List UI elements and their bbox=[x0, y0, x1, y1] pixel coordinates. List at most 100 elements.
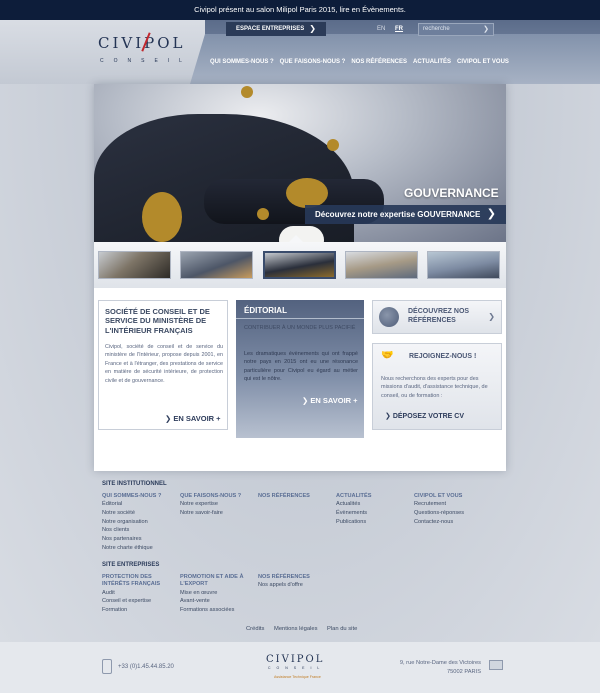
nav-qui-sommes-nous[interactable]: QUI SOMMES-NOUS ? bbox=[210, 59, 274, 69]
phone-number[interactable]: +33 (0)1.45.44.85.20 bbox=[118, 664, 174, 670]
mail-icon[interactable] bbox=[489, 660, 503, 670]
search-arrow-icon[interactable]: ❯ bbox=[483, 24, 489, 35]
submit-cv-link[interactable]: ❯ DÉPOSEZ VOTRE CV bbox=[385, 412, 464, 420]
hero-button-2 bbox=[327, 139, 339, 151]
sitemap-link[interactable]: Nos clients bbox=[102, 526, 178, 535]
editorial-text: Les dramatiques évènements qui ont frapp… bbox=[244, 351, 358, 382]
sitemap-heading-ent-references[interactable]: NOS RÉFÉRENCES bbox=[258, 574, 334, 581]
thumbnail-2[interactable] bbox=[180, 251, 253, 279]
sitemap-link[interactable]: Recrutement bbox=[414, 500, 490, 509]
sitemap-link[interactable]: Notre charte éthique bbox=[102, 544, 178, 553]
societe-text: Civipol, société de conseil et de servic… bbox=[105, 344, 223, 384]
footer-logo-text: CIVIPOL bbox=[266, 654, 325, 665]
sitemap-heading-references[interactable]: NOS RÉFÉRENCES bbox=[258, 493, 334, 500]
hero-embroidery-2 bbox=[286, 178, 328, 208]
sitemap-col-actualites: ACTUALITÉS Actualités Évènements Publica… bbox=[336, 493, 412, 526]
sitemap-col-civipol: CIVIPOL ET VOUS Recrutement Questions-ré… bbox=[414, 493, 490, 526]
thumbnail-1[interactable] bbox=[98, 251, 171, 279]
site-institutionnel-label: SITE INSTITUTIONNEL bbox=[102, 481, 167, 487]
hero-title: GOUVERNANCE bbox=[404, 186, 499, 200]
sitemap-link[interactable]: Éditorial bbox=[102, 500, 178, 509]
espace-entreprises-button[interactable]: ESPACE ENTREPRISES ❯ bbox=[226, 22, 326, 36]
sitemap-link[interactable]: Questions-réponses bbox=[414, 509, 490, 518]
societe-more-label: EN SAVOIR + bbox=[173, 414, 221, 423]
globe-icon bbox=[379, 307, 399, 327]
sitemap-link[interactable]: Contactez-nous bbox=[414, 518, 490, 527]
submit-cv-label: DÉPOSEZ VOTRE CV bbox=[392, 413, 464, 420]
sitemap-link[interactable]: Mise en œuvre bbox=[180, 589, 256, 598]
site-entreprises-label: SITE ENTREPRISES bbox=[102, 562, 160, 568]
sitemap-link[interactable]: Notre société bbox=[102, 509, 178, 518]
address-line-1: 9, rue Notre-Dame des Victoires bbox=[399, 660, 481, 666]
sitemap-heading-civipol[interactable]: CIVIPOL ET VOUS bbox=[414, 493, 490, 500]
editorial-quote: CONTRIBUER À UN MONDE PLUS PACIFIÉ bbox=[244, 325, 356, 331]
nav-nos-references[interactable]: NOS RÉFÉRENCES bbox=[351, 59, 407, 69]
societe-title: SOCIÉTÉ DE CONSEIL ET DE SERVICE DU MINI… bbox=[105, 307, 210, 335]
sitemap-heading-protection[interactable]: PROTECTION DES INTÉRÊTS FRANÇAIS bbox=[102, 574, 178, 589]
plan-du-site-link[interactable]: Plan du site bbox=[327, 626, 357, 632]
sitemap-col-que: QUE FAISONS-NOUS ? Notre expertise Notre… bbox=[180, 493, 256, 518]
logo-subtitle: CONSEIL bbox=[100, 58, 192, 64]
sitemap-link[interactable]: Évènements bbox=[336, 509, 412, 518]
societe-more-link[interactable]: ❯ EN SAVOIR + bbox=[165, 414, 221, 423]
search-placeholder: recherche bbox=[423, 26, 450, 32]
sitemap-link[interactable]: Nos partenaires bbox=[102, 535, 178, 544]
mentions-legales-link[interactable]: Mentions légales bbox=[274, 626, 318, 632]
sitemap-link[interactable]: Publications bbox=[336, 518, 412, 527]
editorial-more-label: EN SAVOIR + bbox=[310, 396, 358, 405]
sitemap-link[interactable]: Conseil et expertise bbox=[102, 597, 178, 606]
join-box: 🤝 REJOIGNEZ-NOUS ! Nous recherchons des … bbox=[372, 343, 502, 430]
sitemap-link[interactable]: Nos appels d'offre bbox=[258, 581, 334, 590]
editorial-divider bbox=[236, 318, 364, 319]
sitemap-link[interactable]: Notre organisation bbox=[102, 518, 178, 527]
editorial-more-link[interactable]: ❯ EN SAVOIR + bbox=[302, 396, 358, 405]
sitemap-heading-que[interactable]: QUE FAISONS-NOUS ? bbox=[180, 493, 256, 500]
footer-logo[interactable]: CIVIPOL CONSEIL Assistance Technique Fra… bbox=[266, 654, 332, 684]
thumbnail-3[interactable] bbox=[263, 251, 336, 279]
phone-icon bbox=[102, 659, 112, 674]
thumbnail-5[interactable] bbox=[427, 251, 500, 279]
hero-button-1 bbox=[241, 86, 253, 98]
join-text: Nous recherchons des experts pour des mi… bbox=[381, 376, 488, 399]
references-box[interactable]: DÉCOUVREZ NOS RÉFÉRENCES ❯ bbox=[372, 300, 502, 334]
join-title: REJOIGNEZ-NOUS ! bbox=[409, 353, 477, 360]
chevron-right-icon: ❯ bbox=[385, 413, 393, 420]
sitemap-heading-actualites[interactable]: ACTUALITÉS bbox=[336, 493, 412, 500]
sitemap-col-qui: QUI SOMMES-NOUS ? Éditorial Notre sociét… bbox=[102, 493, 178, 552]
sitemap-col-promotion: PROMOTION ET AIDE À L'EXPORT Mise en œuv… bbox=[180, 574, 256, 615]
chevron-right-icon: ❯ bbox=[488, 312, 495, 321]
editorial-title: ÉDITORIAL bbox=[244, 306, 287, 315]
chevron-right-icon: ❯ bbox=[309, 24, 316, 33]
language-en-link[interactable]: EN bbox=[377, 26, 385, 32]
sitemap-link[interactable]: Actualités bbox=[336, 500, 412, 509]
hero-embroidery-1 bbox=[142, 192, 182, 242]
thumbnail-4[interactable] bbox=[345, 251, 418, 279]
nav-que-faisons-nous[interactable]: QUE FAISONS-NOUS ? bbox=[280, 59, 346, 69]
sitemap-link[interactable]: Notre expertise bbox=[180, 500, 256, 509]
address-line-2: 75002 PARIS bbox=[446, 669, 481, 675]
handshake-icon: 🤝 bbox=[381, 350, 394, 361]
civipol-logo[interactable]: CIVIPOL CONSEIL bbox=[98, 32, 202, 74]
credits-link[interactable]: Crédits bbox=[246, 626, 264, 632]
sitemap-link[interactable]: Formations associées bbox=[180, 606, 256, 615]
footer-logo-subtitle: CONSEIL bbox=[268, 666, 326, 670]
footer-legal-links: Crédits Mentions légales Plan du site bbox=[0, 626, 600, 636]
top-announcement-bar[interactable]: Civipol présent au salon Milipol Paris 2… bbox=[0, 0, 600, 20]
editorial-box: ÉDITORIAL CONTRIBUER À UN MONDE PLUS PAC… bbox=[236, 300, 364, 438]
hero-cta-button[interactable]: Découvrez notre expertise GOUVERNANCE ❯ bbox=[305, 205, 506, 224]
sitemap-heading-qui[interactable]: QUI SOMMES-NOUS ? bbox=[102, 493, 178, 500]
sitemap-heading-promotion[interactable]: PROMOTION ET AIDE À L'EXPORT bbox=[180, 574, 256, 589]
nav-civipol-et-vous[interactable]: CIVIPOL ET VOUS bbox=[457, 59, 509, 69]
espace-entreprises-label: ESPACE ENTREPRISES bbox=[236, 26, 305, 32]
sitemap-link[interactable]: Formation bbox=[102, 606, 178, 615]
sitemap-link[interactable]: Notre savoir-faire bbox=[180, 509, 256, 518]
sitemap-link[interactable]: Avant-vente bbox=[180, 597, 256, 606]
references-label: DÉCOUVREZ NOS RÉFÉRENCES bbox=[408, 308, 470, 324]
search-input[interactable]: recherche ❯ bbox=[418, 23, 494, 36]
footer-logo-tagline: Assistance Technique France bbox=[274, 675, 321, 679]
sitemap-link[interactable]: Audit bbox=[102, 589, 178, 598]
language-fr-link[interactable]: FR bbox=[395, 26, 403, 32]
thumbnail-pointer bbox=[288, 235, 304, 243]
societe-box: SOCIÉTÉ DE CONSEIL ET DE SERVICE DU MINI… bbox=[98, 300, 228, 430]
nav-actualites[interactable]: ACTUALITÉS bbox=[413, 59, 451, 69]
